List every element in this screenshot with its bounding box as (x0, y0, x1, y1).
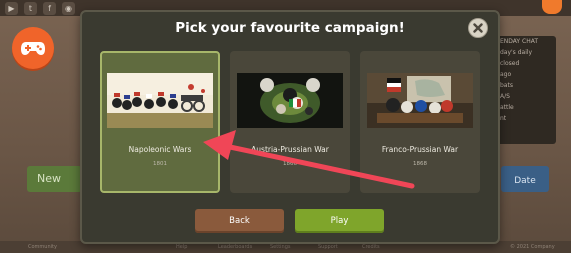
twitter-icon[interactable]: t (24, 2, 37, 15)
discord-icon[interactable]: ◉ (62, 2, 75, 15)
campaign-card-franco-prussian-war[interactable]: Franco-Prussian War 1868 (360, 51, 480, 193)
gamepad-button[interactable] (12, 27, 54, 69)
youtube-icon[interactable]: ▶ (5, 2, 18, 15)
news-line: ago (500, 71, 512, 78)
date-button[interactable]: Date (501, 166, 549, 192)
campaign-image-austria-prussian (237, 73, 343, 128)
gamepad-icon (21, 42, 45, 55)
news-line: A/S (500, 93, 510, 100)
campaign-name: Napoleonic Wars (128, 145, 192, 154)
profile-tab[interactable] (542, 0, 562, 14)
close-icon (473, 23, 483, 33)
facebook-icon[interactable]: f (43, 2, 56, 15)
news-line: nt (500, 115, 507, 122)
campaign-card-napoleonic-wars[interactable]: Napoleonic Wars 1801 (100, 51, 220, 193)
campaign-picker-modal: Pick your favourite campaign! Napoleonic… (80, 10, 500, 244)
news-line: attle (500, 104, 514, 111)
campaign-year: 1866 (283, 161, 297, 167)
news-line: closed (500, 60, 520, 67)
news-line: bats (500, 82, 513, 89)
copyright: © 2021 Company (510, 244, 555, 250)
campaign-image-franco-prussian (367, 73, 473, 128)
campaign-name: Franco-Prussian War (381, 145, 459, 154)
new-game-label: New (37, 172, 61, 185)
news-line: ENDAY CHAT (500, 38, 539, 45)
new-game-button[interactable]: New (27, 166, 82, 192)
back-button[interactable]: Back (195, 209, 284, 233)
campaign-year: 1801 (153, 161, 167, 167)
news-panel: ENDAY CHAT day's daily closed ago bats A… (496, 36, 556, 144)
close-button[interactable] (468, 18, 488, 38)
campaign-name: Austria-Prussian War (251, 145, 329, 154)
play-button[interactable]: Play (295, 209, 384, 233)
date-label: Date (514, 176, 536, 186)
modal-title: Pick your favourite campaign! (175, 20, 405, 36)
news-line: day's daily (500, 49, 533, 56)
footer-link[interactable]: Community (28, 241, 57, 253)
campaign-image-napoleonic (107, 73, 213, 128)
campaign-year: 1868 (413, 161, 427, 167)
campaign-card-austria-prussian-war[interactable]: Austria-Prussian War 1866 (230, 51, 350, 193)
